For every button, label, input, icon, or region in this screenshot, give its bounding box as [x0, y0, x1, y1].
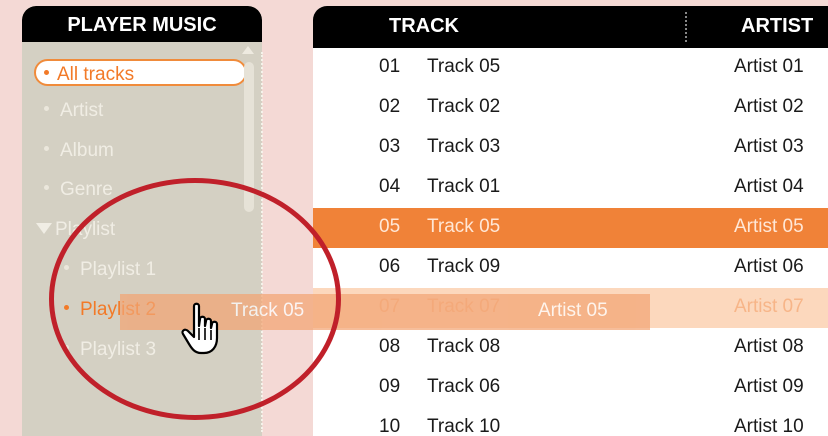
bullet-icon	[44, 146, 49, 152]
track-num: 09	[379, 376, 401, 397]
column-header-track[interactable]: TRACK	[389, 15, 459, 38]
track-title: Track 06	[427, 376, 501, 397]
sidebar-item-label: Artist	[60, 100, 104, 121]
music-player-screen: PLAYER MUSIC All tracks Artist Album Gen…	[0, 0, 828, 436]
table-row[interactable]: 05 Track 05 Artist 05	[313, 208, 828, 248]
table-row[interactable]: 09 Track 06 Artist 09	[313, 368, 828, 408]
sidebar-item-artist[interactable]: Artist	[44, 97, 103, 125]
track-table: TRACK ARTIST 01 Track 05 Artist 01 02 Track …	[313, 6, 828, 436]
track-artist: Artist 05	[734, 216, 804, 237]
track-table-header: TRACK ARTIST	[313, 6, 828, 48]
bullet-icon	[44, 106, 49, 112]
table-row[interactable]: 02 Track 02 Artist 02	[313, 88, 828, 128]
triangle-expanded-icon[interactable]	[36, 223, 52, 235]
track-title: Track 05	[427, 216, 501, 237]
track-title: Track 03	[427, 136, 501, 157]
track-title: Track 01	[427, 176, 501, 197]
track-title: Track 02	[427, 96, 501, 117]
track-artist: Artist 09	[734, 376, 804, 397]
table-row[interactable]: 03 Track 03 Artist 03	[313, 128, 828, 168]
track-title: Track 08	[427, 336, 501, 357]
bullet-icon	[44, 185, 49, 191]
track-num: 02	[379, 96, 401, 117]
track-title: Track 09	[427, 256, 501, 277]
table-row[interactable]: 01 Track 05 Artist 01	[313, 48, 828, 88]
sidebar-item-album[interactable]: Album	[44, 137, 114, 165]
track-num: 05	[379, 216, 401, 237]
sidebar-item-label: Genre	[60, 179, 113, 200]
sidebar-item-all-tracks[interactable]: All tracks	[34, 59, 247, 86]
column-divider[interactable]	[685, 12, 687, 42]
track-title: Track 10	[427, 416, 501, 436]
sidebar-item-label: Album	[60, 140, 114, 161]
table-row[interactable]: 06 Track 09 Artist 06	[313, 248, 828, 288]
track-num: 08	[379, 336, 401, 357]
track-artist: Artist 04	[734, 176, 804, 197]
sidebar-item-label: All tracks	[57, 64, 135, 85]
scroll-up-arrow-icon[interactable]	[242, 46, 254, 54]
track-num: 03	[379, 136, 401, 157]
hand-pointer-icon	[181, 302, 219, 355]
track-artist: Artist 08	[734, 336, 804, 357]
track-artist: Artist 01	[734, 56, 804, 77]
track-artist: Artist 10	[734, 416, 804, 436]
bullet-icon	[44, 70, 49, 76]
track-artist: Artist 07	[734, 296, 804, 317]
track-num: 04	[379, 176, 401, 197]
drag-ghost-artist: Artist 05	[538, 300, 608, 321]
column-header-artist[interactable]: ARTIST	[741, 15, 813, 38]
sidebar-title: PLAYER MUSIC	[22, 6, 262, 42]
track-num: 06	[379, 256, 401, 277]
track-num: 01	[379, 56, 401, 77]
highlight-circle	[49, 178, 341, 420]
track-title: Track 05	[427, 56, 501, 77]
sidebar-item-genre[interactable]: Genre	[44, 176, 113, 204]
table-row[interactable]: 10 Track 10 Artist 10	[313, 408, 828, 436]
table-row[interactable]: 08 Track 08 Artist 08	[313, 328, 828, 368]
table-row[interactable]: 04 Track 01 Artist 04	[313, 168, 828, 208]
track-num: 10	[379, 416, 401, 436]
track-artist: Artist 03	[734, 136, 804, 157]
track-artist: Artist 06	[734, 256, 804, 277]
track-artist: Artist 02	[734, 96, 804, 117]
